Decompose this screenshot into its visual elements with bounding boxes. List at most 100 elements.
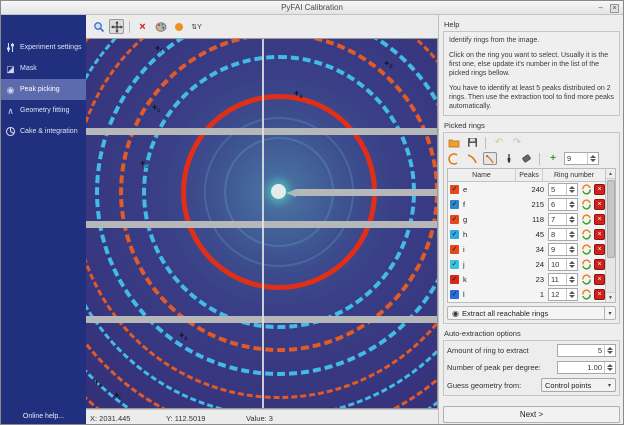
arc-tool-icon[interactable] — [465, 152, 479, 165]
diffraction-image[interactable]: +a +b +c +d +e +f +k +l — [86, 38, 438, 409]
marker-symbol-icon[interactable] — [171, 19, 186, 34]
peak-arc-tool-icon[interactable] — [483, 152, 497, 165]
extract-dropdown-icon[interactable]: ▾ — [604, 307, 615, 319]
sidebar-item-mask[interactable]: ◪ Mask — [1, 58, 86, 79]
ring-visibility-checkbox[interactable]: ✓ — [450, 200, 459, 209]
ring-peaks-count: 240 — [524, 185, 548, 194]
column-header-peaks[interactable]: Peaks — [516, 169, 543, 181]
ring-number-spinbox[interactable]: 10 — [548, 258, 578, 271]
new-ring-number-spinbox[interactable]: 9 — [564, 152, 599, 165]
ring-number-spinbox[interactable]: 12 — [548, 288, 578, 301]
spin-arrows[interactable] — [566, 199, 577, 210]
online-help-link[interactable]: Online help... — [1, 407, 86, 425]
ring-peaks-count: 24 — [524, 260, 548, 269]
peaks-per-degree-label: Number of peak per degree: — [447, 363, 557, 372]
spin-arrows[interactable] — [587, 153, 598, 164]
ring-delete-button[interactable]: × — [594, 289, 605, 300]
ring-number-spinbox[interactable]: 9 — [548, 243, 578, 256]
extract-rings-icon: ◉ — [452, 309, 459, 318]
spin-arrows[interactable] — [566, 244, 577, 255]
plot-toolbar: × ⇅Y — [86, 15, 438, 38]
colormap-icon[interactable] — [153, 19, 168, 34]
spin-arrows[interactable] — [604, 362, 615, 373]
eraser-tool-icon[interactable] — [519, 152, 533, 165]
ring-delete-button[interactable]: × — [594, 229, 605, 240]
ring-extract-icon[interactable] — [580, 214, 592, 226]
add-ring-icon[interactable]: + — [546, 152, 560, 165]
table-scrollbar[interactable]: ▲ ▼ — [605, 169, 615, 302]
spin-arrows[interactable] — [566, 274, 577, 285]
ring-delete-button[interactable]: × — [594, 274, 605, 285]
toolbar-separator — [129, 21, 130, 33]
pan-icon[interactable] — [109, 19, 124, 34]
peaks-per-degree-spinbox[interactable]: 1.00 — [557, 361, 616, 374]
help-box: Identify rings from the image. Click on … — [443, 31, 620, 116]
sidebar-item-experiment-settings[interactable]: Experiment settings — [1, 37, 86, 58]
extract-all-rings-button[interactable]: ◉ Extract all reachable rings ▾ — [447, 306, 616, 320]
ring-number-spinbox[interactable]: 5 — [548, 183, 578, 196]
spin-arrows[interactable] — [604, 345, 615, 356]
next-button[interactable]: Next > — [443, 406, 620, 423]
ring-number-spinbox[interactable]: 6 — [548, 198, 578, 211]
spin-arrows[interactable] — [566, 184, 577, 195]
table-row[interactable]: ✓ g 118 7 × — [448, 212, 605, 227]
close-button[interactable]: × — [610, 4, 619, 13]
crosshair-icon[interactable]: × — [135, 19, 150, 34]
ring-delete-button[interactable]: × — [594, 184, 605, 195]
ring-extract-icon[interactable] — [580, 259, 592, 271]
scroll-down-icon[interactable]: ▼ — [606, 292, 615, 302]
ring-visibility-checkbox[interactable]: ✓ — [450, 275, 459, 284]
redo-icon[interactable]: ↷ — [510, 136, 524, 149]
ring-number-spinbox[interactable]: 7 — [548, 213, 578, 226]
spin-arrows[interactable] — [566, 229, 577, 240]
ring-extract-icon[interactable] — [580, 229, 592, 241]
full-ring-tool-icon[interactable] — [447, 152, 461, 165]
spin-arrows[interactable] — [566, 259, 577, 270]
ring-extract-icon[interactable] — [580, 274, 592, 286]
help-paragraph: You have to identify at least 5 peaks di… — [449, 84, 614, 111]
sidebar-item-geometry-fitting[interactable]: ∧ Geometry fitting — [1, 100, 86, 121]
undo-icon[interactable]: ↶ — [492, 136, 506, 149]
ring-number-spinbox[interactable]: 8 — [548, 228, 578, 241]
ring-visibility-checkbox[interactable]: ✓ — [450, 215, 459, 224]
ring-delete-button[interactable]: × — [594, 199, 605, 210]
table-row[interactable]: ✓ j 24 10 × — [448, 257, 605, 272]
ring-visibility-checkbox[interactable]: ✓ — [450, 230, 459, 239]
check-icon: ✓ — [452, 290, 458, 299]
table-row[interactable]: ✓ i 34 9 × — [448, 242, 605, 257]
column-header-ring-number[interactable]: Ring number — [543, 169, 605, 181]
guess-geometry-combobox[interactable]: Control points ▾ — [541, 378, 616, 392]
ring-extract-icon[interactable] — [580, 184, 592, 196]
brush-tool-icon[interactable] — [501, 152, 515, 165]
table-row[interactable]: ✓ e 240 5 × — [448, 182, 605, 197]
table-row[interactable]: ✓ h 45 8 × — [448, 227, 605, 242]
sidebar-item-cake-integration[interactable]: Cake & integration — [1, 121, 86, 142]
spin-arrows[interactable] — [566, 214, 577, 225]
table-row[interactable]: ✓ k 23 11 × — [448, 272, 605, 287]
ring-visibility-checkbox[interactable]: ✓ — [450, 245, 459, 254]
ring-extract-icon[interactable] — [580, 244, 592, 256]
ring-number-spinbox[interactable]: 11 — [548, 273, 578, 286]
zoom-icon[interactable] — [91, 19, 106, 34]
ring-extract-icon[interactable] — [580, 289, 592, 301]
ring-delete-button[interactable]: × — [594, 244, 605, 255]
scroll-thumb[interactable] — [607, 180, 615, 258]
ring-visibility-checkbox[interactable]: ✓ — [450, 260, 459, 269]
ring-delete-button[interactable]: × — [594, 214, 605, 225]
ring-delete-button[interactable]: × — [594, 259, 605, 270]
ring-visibility-checkbox[interactable]: ✓ — [450, 290, 459, 299]
ring-visibility-checkbox[interactable]: ✓ — [450, 185, 459, 194]
mask-icon: ◪ — [5, 63, 16, 74]
amount-of-rings-spinbox[interactable]: 5 — [557, 344, 616, 357]
minimize-button[interactable]: – — [599, 1, 603, 15]
table-row[interactable]: ✓ l 1 12 × — [448, 287, 605, 302]
sidebar-item-peak-picking[interactable]: ◉ Peak picking — [1, 79, 86, 100]
open-file-icon[interactable] — [447, 136, 461, 149]
spin-arrows[interactable] — [566, 289, 577, 300]
scroll-up-icon[interactable]: ▲ — [606, 169, 615, 179]
column-header-name[interactable]: Name — [448, 169, 516, 181]
table-row[interactable]: ✓ f 215 6 × — [448, 197, 605, 212]
save-icon[interactable] — [465, 136, 479, 149]
y-axis-direction-icon[interactable]: ⇅Y — [189, 19, 204, 34]
ring-extract-icon[interactable] — [580, 199, 592, 211]
